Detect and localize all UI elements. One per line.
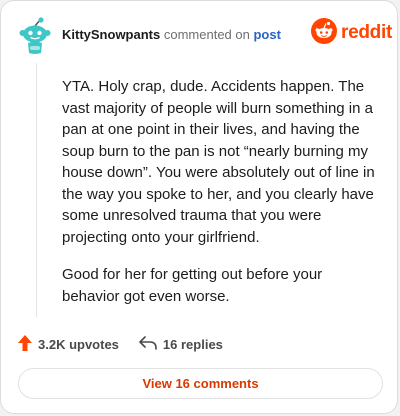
- commented-on-text: commented on: [163, 27, 250, 42]
- comment-header: KittySnowpants commented on post: [62, 27, 281, 42]
- snoo-avatar-icon[interactable]: [18, 17, 52, 55]
- replies-button[interactable]: 16 replies: [139, 335, 223, 353]
- view-comments-button[interactable]: View 16 comments: [18, 368, 383, 399]
- upvote-arrow-icon: [18, 334, 38, 354]
- upvote-button[interactable]: 3.2K upvotes: [18, 334, 119, 354]
- comment-body: YTA. Holy crap, dude. Accidents happen. …: [62, 76, 380, 323]
- comment-paragraph-2: Good for her for getting out before your…: [62, 266, 323, 305]
- comment-card: KittySnowpants commented on post reddit …: [0, 0, 398, 414]
- reply-count: 16 replies: [162, 336, 223, 352]
- username[interactable]: KittySnowpants: [62, 27, 160, 42]
- reddit-wordmark: reddit: [341, 22, 392, 43]
- post-link[interactable]: post: [253, 27, 280, 42]
- reddit-logo-icon: [311, 17, 337, 49]
- reply-arrow-icon: [139, 335, 163, 353]
- upvote-count: 3.2K upvotes: [38, 336, 119, 352]
- reddit-brand[interactable]: reddit: [311, 17, 392, 49]
- comment-actions: 3.2K upvotes 16 replies: [18, 334, 243, 354]
- comment-paragraph-1: YTA. Holy crap, dude. Accidents happen. …: [62, 78, 375, 246]
- thread-line: [36, 63, 37, 317]
